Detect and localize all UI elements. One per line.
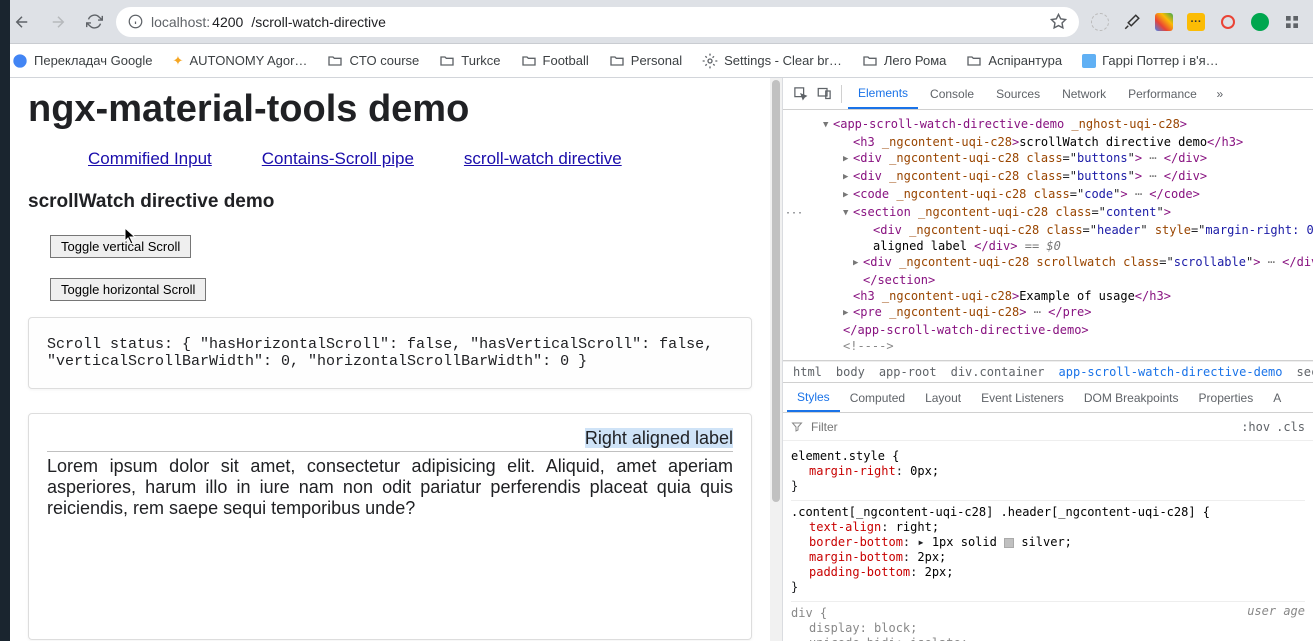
bookmark-item[interactable]: Personal <box>609 53 682 69</box>
back-icon[interactable] <box>12 12 32 32</box>
extension-icon[interactable] <box>1219 13 1237 31</box>
bookmark-item[interactable]: Settings - Clear br… <box>702 53 842 69</box>
tab-styles[interactable]: Styles <box>787 383 840 412</box>
bookmark-label: Turkce <box>461 53 500 68</box>
bookmark-label: Лего Рома <box>884 53 947 68</box>
link-contains[interactable]: Contains-Scroll pipe <box>262 149 414 169</box>
lorem-text: Lorem ipsum dolor sit amet, consectetur … <box>47 456 733 519</box>
bookmark-label: Settings - Clear br… <box>724 53 842 68</box>
extension-icon[interactable] <box>1251 13 1269 31</box>
bookmark-label: Гаррі Поттер і в'я… <box>1102 53 1219 68</box>
bookmark-item[interactable]: Turkce <box>439 53 500 69</box>
bookmark-item[interactable]: CTO course <box>327 53 419 69</box>
filter-icon <box>791 421 803 433</box>
address-bar[interactable]: localhost:4200/scroll-watch-directive <box>116 7 1079 37</box>
link-scrollwatch[interactable]: scroll-watch directive <box>464 149 622 169</box>
extension-icon[interactable] <box>1283 13 1301 31</box>
folder-icon <box>609 53 625 69</box>
folder-icon <box>439 53 455 69</box>
url-port: 4200 <box>212 14 243 30</box>
tab-layout[interactable]: Layout <box>915 383 971 412</box>
scroll-status-code: Scroll status: { "hasHorizontalScroll": … <box>28 317 752 389</box>
styles-pane[interactable]: element.style { margin-right: 0px; } .co… <box>783 441 1313 641</box>
extension-icon[interactable]: ··· <box>1187 13 1205 31</box>
folder-icon <box>966 53 982 69</box>
cursor-icon <box>124 227 138 245</box>
inspect-icon[interactable] <box>789 86 811 101</box>
content-section: Right aligned label Lorem ipsum dolor si… <box>28 413 752 640</box>
bookmark-item[interactable]: ✦ AUTONOMY Agor… <box>173 53 308 69</box>
hov-toggle[interactable]: :hov <box>1241 420 1270 434</box>
tab-performance[interactable]: Performance <box>1118 78 1207 109</box>
folder-icon <box>862 53 878 69</box>
bookmark-item[interactable]: Гаррі Поттер і в'я… <box>1082 53 1219 68</box>
bookmark-label: Personal <box>631 53 682 68</box>
google-icon <box>12 53 28 69</box>
gear-icon <box>702 53 718 69</box>
bookmark-star-icon[interactable] <box>1050 13 1067 30</box>
tab-dombreakpoints[interactable]: DOM Breakpoints <box>1074 383 1189 412</box>
folder-icon <box>521 53 537 69</box>
toggle-vertical-button[interactable]: Toggle vertical Scroll <box>50 235 191 258</box>
bookmark-label: Аспірантура <box>988 53 1062 68</box>
tab-sources[interactable]: Sources <box>986 78 1050 109</box>
forward-icon <box>48 12 68 32</box>
tab-accessibility[interactable]: A <box>1263 383 1291 412</box>
bookmark-item[interactable]: Football <box>521 53 589 69</box>
dom-tree[interactable]: ··· <app-scroll-watch-directive-demo _ng… <box>783 110 1313 361</box>
breadcrumb[interactable]: html body app-root div.container app-scr… <box>783 361 1313 383</box>
toggle-horizontal-button[interactable]: Toggle horizontal Scroll <box>50 278 206 301</box>
tab-elements[interactable]: Elements <box>848 78 918 109</box>
link-commified[interactable]: Commified Input <box>88 149 212 169</box>
bookmark-item[interactable]: Аспірантура <box>966 53 1062 69</box>
bookmark-label: Перекладач Google <box>34 53 153 68</box>
device-icon[interactable] <box>813 86 835 101</box>
more-tabs-icon[interactable]: » <box>1209 87 1231 101</box>
info-icon <box>128 14 143 29</box>
hp-icon <box>1082 54 1096 68</box>
tab-network[interactable]: Network <box>1052 78 1116 109</box>
bookmark-item[interactable]: Перекладач Google <box>12 53 153 69</box>
bookmark-label: Football <box>543 53 589 68</box>
url-path: /scroll-watch-directive <box>251 14 386 30</box>
bookmark-label: AUTONOMY Agor… <box>189 53 307 68</box>
styles-filter-input[interactable] <box>809 419 1235 435</box>
extension-icon[interactable] <box>1123 13 1141 31</box>
tab-computed[interactable]: Computed <box>840 383 915 412</box>
star-icon: ✦ <box>173 53 184 69</box>
extension-icon[interactable] <box>1155 13 1173 31</box>
page-title: ngx-material-tools demo <box>28 88 762 131</box>
folder-icon <box>327 53 343 69</box>
url-host: localhost: <box>151 14 210 30</box>
bookmark-label: CTO course <box>349 53 419 68</box>
tab-eventlisteners[interactable]: Event Listeners <box>971 383 1074 412</box>
subtitle: scrollWatch directive demo <box>28 191 762 213</box>
header-line: Right aligned label <box>47 428 733 452</box>
extension-icon[interactable] <box>1091 13 1109 31</box>
scrollbar[interactable] <box>770 78 782 641</box>
tab-console[interactable]: Console <box>920 78 984 109</box>
cls-toggle[interactable]: .cls <box>1276 420 1305 434</box>
reload-icon[interactable] <box>84 12 104 32</box>
bookmark-item[interactable]: Лего Рома <box>862 53 947 69</box>
tab-properties[interactable]: Properties <box>1189 383 1264 412</box>
header-label: Right aligned label <box>585 428 733 448</box>
